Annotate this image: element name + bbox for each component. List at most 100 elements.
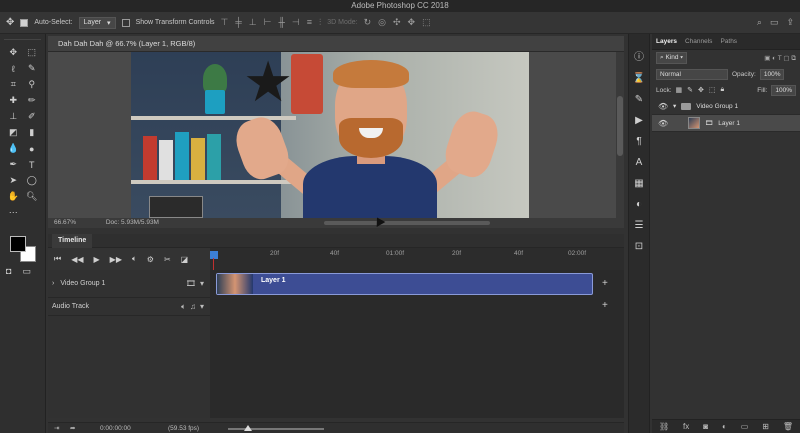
zoom-slider-knob[interactable] [244,425,252,431]
hand-icon[interactable]: ✋ [4,190,23,203]
align-hcenter-icon[interactable]: ╫ [278,17,284,28]
canvas-vertical-scrollbar[interactable] [616,52,624,218]
brush-icon[interactable]: ✏ [23,94,42,107]
mute-audio-icon[interactable]: 🔈︎ [132,254,137,264]
track-row[interactable]: Audio Track 🔈︎ ♫ ▾ [48,298,210,316]
filter-icons[interactable]: ▣ ◐ T ▢ ⧉ [764,54,796,63]
quick-select-icon[interactable]: ✎ [23,62,42,75]
workspace-icon[interactable]: ▭ [770,17,779,28]
playhead-handle[interactable] [210,251,218,259]
gradient-icon[interactable]: ▮ [23,126,42,139]
foreground-color-swatch[interactable] [10,236,26,252]
timeline-ruler[interactable]: 20f 40f 01:00f 20f 40f 02:00f [210,248,624,270]
distribute-icon-2[interactable]: ⫶ [319,17,321,28]
new-layer-icon[interactable]: ⊞ [762,422,769,431]
layer-group-item[interactable]: 👁︎ ▾ Video Group 1 [652,98,800,115]
type-icon[interactable]: T [23,158,42,171]
roll-3d-icon[interactable]: ◎ [378,17,386,28]
marquee-icon[interactable]: ⬚ [23,46,42,59]
history-brush-icon[interactable]: ✐ [23,110,42,123]
align-vcenter-icon[interactable]: ╪ [235,17,241,28]
timeline-tab[interactable]: Timeline [52,234,93,248]
pen-icon[interactable]: ✒ [4,158,23,171]
horizontal-scrollbar[interactable] [324,221,490,225]
add-mask-icon[interactable]: ◙ [703,422,708,431]
lock-all-icon[interactable]: 🔒︎ [721,86,725,94]
zoom-icon[interactable]: 🔍︎ [23,190,42,203]
fill-field[interactable]: 100% [771,84,796,96]
scroll-thumb[interactable] [617,96,623,156]
opacity-field[interactable]: 100% [759,68,785,80]
canvas-area[interactable]: ★ [48,52,616,218]
trash-icon[interactable]: 🗑︎ [783,422,793,431]
scale-3d-icon[interactable]: ⬚ [422,17,431,28]
chevron-down-icon[interactable]: ▾ [200,279,204,288]
timeline-zoom-slider[interactable] [228,428,324,430]
film-strip-icon[interactable]: 🎞︎ [186,279,196,288]
settings-gear-icon[interactable]: ⚙ [147,255,154,264]
tab-channels[interactable]: Channels [685,38,712,45]
adjustments-icon[interactable]: ◐ [636,199,642,210]
healing-icon[interactable]: ✚ [4,94,23,107]
render-video-icon[interactable]: ➦ [70,423,75,433]
stamp-icon[interactable]: ⊥ [4,110,23,123]
go-to-first-frame-icon[interactable]: ⏮ [54,254,61,264]
transform-controls-checkbox[interactable] [121,18,130,27]
dodge-icon[interactable]: ● [23,142,42,155]
new-group-icon[interactable]: ▭ [741,422,749,431]
align-bottom-icon[interactable]: ⊥ [249,17,257,28]
tab-paths[interactable]: Paths [720,38,737,45]
share-icon[interactable]: ⇪ [786,17,794,28]
fx-icon[interactable]: fx [683,422,689,431]
distribute-icon[interactable]: ≡ [307,17,312,28]
chevron-down-icon[interactable]: ▾ [200,302,204,312]
transition-icon[interactable]: ◪ [181,255,189,264]
history-icon[interactable]: ⌛ [633,73,645,84]
chevron-right-icon[interactable]: › [52,280,54,287]
blend-mode-dropdown[interactable]: Normal [656,68,728,80]
filter-kind-dropdown[interactable]: ⌕ Kind ▾ [656,52,688,64]
eyedropper-icon[interactable]: ⚲ [23,78,42,91]
paragraph-icon[interactable]: ¶ [636,136,641,147]
layer-item[interactable]: 👁︎ 🎞︎ Layer 1 [652,115,800,132]
lock-position-icon[interactable]: ✥ [698,86,704,94]
info-icon[interactable]: ⓘ [634,48,644,63]
link-layers-icon[interactable]: ⛓ [659,422,669,431]
search-icon[interactable]: ⌕ [757,17,762,28]
libraries-icon[interactable]: ⊡ [635,241,643,252]
slide-3d-icon[interactable]: ✥ [408,17,416,28]
quick-mask-icon[interactable]: ◘ [6,266,15,277]
eraser-icon[interactable]: ◩ [4,126,23,139]
blur-icon[interactable]: 💧 [4,142,23,155]
move-tool-icon[interactable]: ✥ [6,17,14,28]
align-right-icon[interactable]: ⊣ [292,17,300,28]
lasso-icon[interactable]: ℓ [4,62,23,75]
swatches-grid-icon[interactable]: ▦ [634,178,643,189]
more-tools-icon[interactable]: ⋯ [4,206,23,219]
video-clip[interactable]: Layer 1 [216,273,593,295]
music-note-icon[interactable]: ♫ [190,302,196,312]
adjustment-layer-icon[interactable]: ◐ [722,422,727,431]
auto-select-dropdown[interactable]: Layer ▾ [78,16,116,29]
zoom-readout[interactable]: 66.67% [54,219,76,226]
lock-pixels-icon[interactable]: ▦ [676,86,683,94]
align-left-icon[interactable]: ⊢ [264,17,272,28]
lock-artboard-icon[interactable]: ⬚ [709,86,716,94]
document-tab[interactable]: Dah Dah Dah @ 66.7% (Layer 1, RGB/8) [48,36,624,52]
eye-visibility-icon[interactable]: 👁︎ [658,102,668,111]
split-scissors-icon[interactable]: ✂ [164,255,171,264]
move-icon[interactable]: ✥ [4,46,23,59]
speaker-icon[interactable]: 🔈︎ [181,302,186,312]
drag-3d-icon[interactable]: ✣ [393,17,401,28]
convert-to-frame-icon[interactable]: ⇥ [54,423,59,433]
add-media-plus-icon[interactable]: + [602,278,608,289]
actions-play-icon[interactable]: ▶ [635,115,643,126]
shape-icon[interactable]: ◯ [23,174,42,187]
path-select-icon[interactable]: ➤ [4,174,23,187]
next-frame-icon[interactable]: ▶▶ [110,255,122,264]
rotate-3d-icon[interactable]: ↻ [364,17,372,28]
character-icon[interactable]: A [636,157,643,168]
play-icon[interactable]: ▶ [94,255,100,264]
brush-settings-icon[interactable]: ✎ [635,94,643,105]
tab-layers[interactable]: Layers [656,38,677,45]
